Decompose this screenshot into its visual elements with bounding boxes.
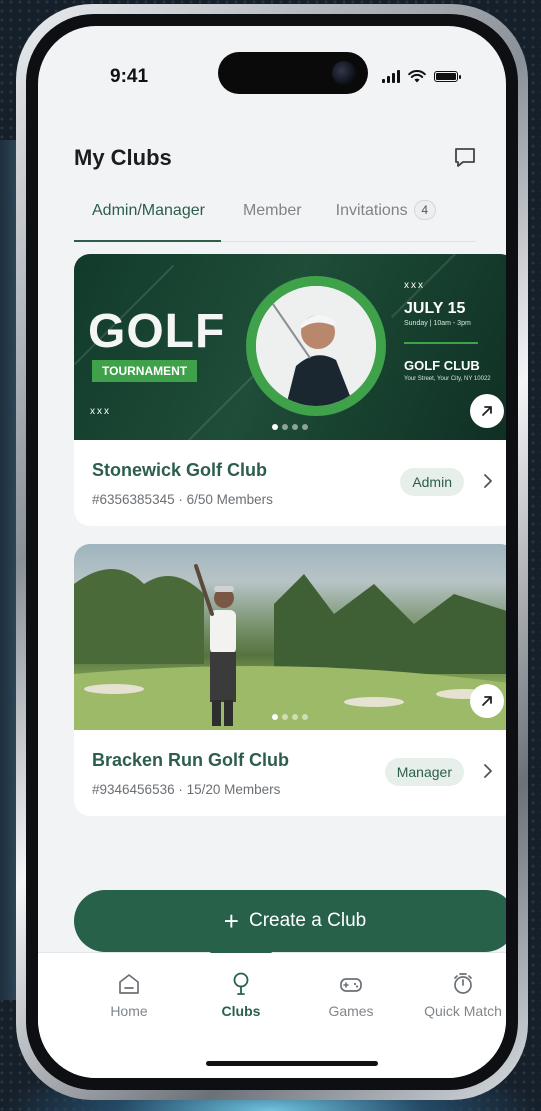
phone-frame: 9:41 My Clubs Admin/Manager Member Invit…: [16, 4, 528, 1100]
invitations-count-badge: 4: [413, 200, 436, 220]
golf-course-illustration: [74, 564, 506, 730]
golfer-illustration: [256, 286, 376, 406]
carousel-dot[interactable]: [292, 424, 298, 430]
page-title: My Clubs: [74, 145, 172, 170]
status-bar: 9:41: [38, 26, 506, 96]
nav-label-games: Games: [328, 1003, 374, 1019]
open-club-button[interactable]: [470, 684, 504, 718]
club-info: Bracken Run Golf Club #9346456536 · 15/2…: [74, 730, 506, 816]
camera-icon: [332, 61, 356, 85]
poster-time: Sunday | 10am - 3pm: [404, 320, 471, 327]
poster-address: Your Street, Your City, NY 10022: [404, 376, 491, 382]
poster-subtitle: TOURNAMENT: [92, 360, 198, 382]
image-carousel-dots: [272, 714, 308, 720]
nav-label-home: Home: [110, 1003, 148, 1019]
status-time: 9:41: [110, 66, 149, 87]
app-screen: 9:41 My Clubs Admin/Manager Member Invit…: [38, 26, 506, 1078]
tab-invitations[interactable]: Invitations 4: [336, 196, 436, 241]
battery-icon: [434, 71, 461, 82]
poster-marks-bottom: xxx: [90, 406, 111, 417]
golf-course-photo: [74, 544, 506, 730]
gamepad-icon: [340, 978, 362, 992]
poster-date: JULY 15: [404, 300, 466, 317]
nav-item-games[interactable]: Games: [296, 971, 406, 1019]
arrow-up-right-icon: [482, 696, 492, 706]
plus-icon: +: [223, 906, 239, 936]
club-banner-image: xxx xxx GOLF TOURNAMENT JULY 15 Sunday |…: [74, 254, 506, 440]
golfer-photo: [246, 276, 386, 416]
carousel-dot[interactable]: [302, 424, 308, 430]
nav-item-quick-match[interactable]: Quick Match: [408, 971, 506, 1019]
poster-divider: [404, 342, 478, 344]
role-badge: Admin: [400, 468, 464, 496]
create-club-button[interactable]: + Create a Club: [74, 890, 506, 952]
tab-admin-manager[interactable]: Admin/Manager: [74, 196, 221, 242]
carousel-dot[interactable]: [272, 424, 278, 430]
carousel-dot[interactable]: [302, 714, 308, 720]
chat-icon[interactable]: [452, 145, 478, 171]
arrow-up-right-icon: [482, 406, 492, 416]
club-name: Bracken Run Golf Club: [92, 750, 290, 770]
nav-item-clubs[interactable]: Clubs: [186, 971, 296, 1019]
carousel-dot[interactable]: [292, 714, 298, 720]
role-badge: Manager: [384, 758, 464, 786]
carousel-dot[interactable]: [282, 424, 288, 430]
tab-admin-manager-label: Admin/Manager: [92, 202, 205, 219]
open-club-button[interactable]: [470, 394, 504, 428]
club-meta: #6356385345 · 6/50 Members: [92, 492, 273, 507]
poster-title: GOLF: [88, 305, 226, 358]
poster-club-name: GOLF CLUB: [404, 358, 480, 373]
nav-item-home[interactable]: Home: [74, 971, 184, 1019]
golf-pin-icon: [233, 972, 249, 995]
stopwatch-icon: [454, 973, 472, 994]
club-info: Stonewick Golf Club #6356385345 · 6/50 M…: [74, 440, 506, 526]
tab-bar: Admin/Manager Member Invitations 4: [74, 196, 476, 242]
phone-bezel: 9:41 My Clubs Admin/Manager Member Invit…: [26, 14, 518, 1090]
tab-member[interactable]: Member: [243, 196, 302, 241]
home-indicator[interactable]: [206, 1061, 378, 1066]
status-icons: [382, 70, 461, 83]
nav-label-quick-match: Quick Match: [424, 1003, 502, 1019]
wifi-icon: [408, 70, 426, 83]
poster-marks: xxx: [404, 280, 425, 291]
tab-invitations-label: Invitations: [335, 202, 408, 219]
chevron-right-icon[interactable]: [482, 764, 494, 778]
carousel-dot[interactable]: [282, 714, 288, 720]
create-club-label: Create a Club: [248, 910, 367, 931]
home-icon: [119, 974, 139, 994]
nav-label-clubs: Clubs: [221, 1003, 261, 1019]
club-banner-image: [74, 544, 506, 730]
club-meta: #9346456536 · 15/20 Members: [92, 782, 281, 797]
nav-active-indicator: [210, 950, 272, 953]
bottom-nav: Home Clubs Games Quick Match: [38, 950, 506, 1078]
golf-tournament-poster: xxx xxx GOLF TOURNAMENT JULY 15 Sunday |…: [74, 254, 506, 440]
carousel-dot[interactable]: [272, 714, 278, 720]
tab-member-label: Member: [242, 202, 302, 219]
header: My Clubs: [74, 138, 478, 178]
club-card-stonewick[interactable]: xxx xxx GOLF TOURNAMENT JULY 15 Sunday |…: [74, 254, 506, 526]
club-card-bracken-run[interactable]: Bracken Run Golf Club #9346456536 · 15/2…: [74, 544, 506, 816]
image-carousel-dots: [272, 424, 308, 430]
chevron-right-icon[interactable]: [482, 474, 494, 488]
dynamic-island: [218, 52, 368, 94]
club-name: Stonewick Golf Club: [92, 460, 268, 480]
signal-icon: [382, 70, 400, 83]
